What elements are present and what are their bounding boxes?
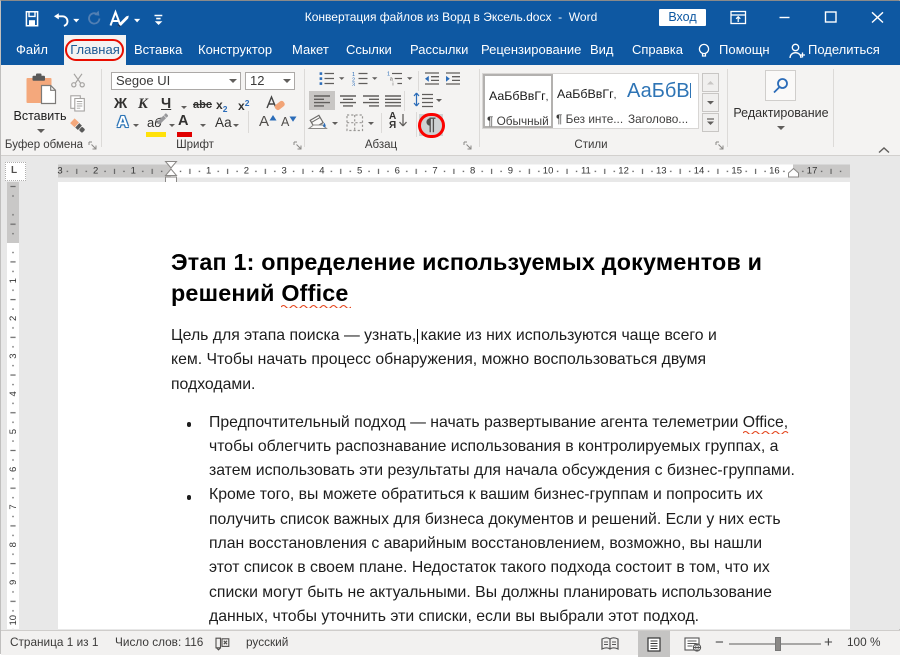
svg-text:9: 9 bbox=[508, 166, 513, 177]
svg-text:7: 7 bbox=[8, 504, 19, 509]
svg-text:3: 3 bbox=[281, 166, 286, 177]
svg-text:5: 5 bbox=[8, 429, 19, 434]
svg-text:16: 16 bbox=[769, 166, 780, 177]
svg-text:10: 10 bbox=[543, 166, 554, 177]
svg-text:8: 8 bbox=[8, 542, 19, 547]
svg-text:4: 4 bbox=[8, 391, 19, 396]
svg-text:9: 9 bbox=[8, 580, 19, 585]
svg-text:11: 11 bbox=[581, 166, 591, 177]
svg-text:14: 14 bbox=[694, 166, 705, 177]
svg-text:1: 1 bbox=[131, 166, 136, 177]
svg-text:2: 2 bbox=[244, 166, 249, 177]
svg-text:17: 17 bbox=[807, 166, 818, 177]
svg-text:3: 3 bbox=[57, 166, 62, 177]
svg-text:12: 12 bbox=[618, 166, 629, 177]
svg-text:5: 5 bbox=[357, 166, 362, 177]
svg-text:6: 6 bbox=[395, 166, 400, 177]
svg-text:1: 1 bbox=[206, 166, 211, 177]
svg-text:13: 13 bbox=[656, 166, 667, 177]
svg-text:1: 1 bbox=[8, 278, 19, 283]
svg-text:4: 4 bbox=[319, 166, 324, 177]
svg-text:10: 10 bbox=[8, 615, 19, 626]
svg-text:2: 2 bbox=[8, 316, 19, 321]
svg-text:8: 8 bbox=[470, 166, 475, 177]
svg-text:i: i bbox=[392, 82, 393, 86]
svg-text:3: 3 bbox=[352, 82, 355, 86]
svg-text:3: 3 bbox=[8, 353, 19, 358]
svg-text:2: 2 bbox=[93, 166, 98, 177]
svg-text:6: 6 bbox=[8, 467, 19, 472]
svg-text:15: 15 bbox=[731, 166, 742, 177]
svg-text:7: 7 bbox=[432, 166, 437, 177]
